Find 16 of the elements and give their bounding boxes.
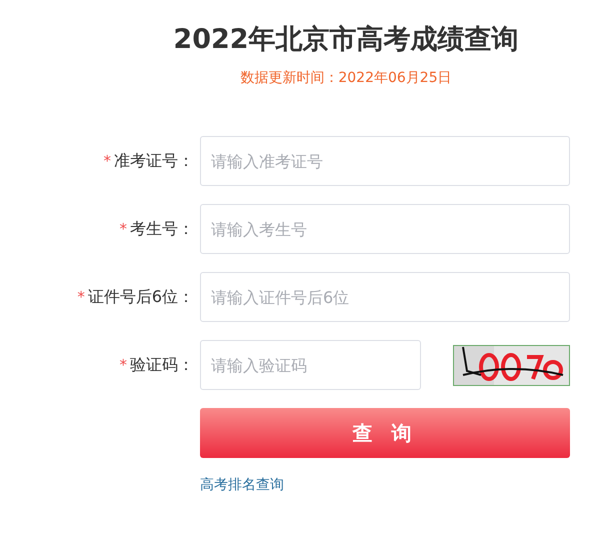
field-label: 证件号后6位： <box>88 286 194 308</box>
query-button[interactable]: 查 询 <box>200 408 570 458</box>
required-mark: * <box>120 220 127 238</box>
required-mark: * <box>120 356 127 374</box>
input-field[interactable]: 请输入考生号 <box>200 204 570 254</box>
input-field[interactable]: 请输入准考证号 <box>200 136 570 186</box>
ranking-link[interactable]: 高考排名查询 <box>200 476 570 494</box>
field-label: 验证码： <box>130 354 194 376</box>
field-label: 准考证号： <box>114 150 194 172</box>
input-field[interactable]: 请输入证件号后6位 <box>200 272 570 322</box>
captcha-field[interactable]: 请输入验证码 <box>200 340 421 390</box>
required-mark: * <box>77 288 85 306</box>
required-mark: * <box>104 152 111 170</box>
update-time: 数据更新时间：2022年06月25日 <box>240 69 452 88</box>
field-label: 考生号： <box>130 218 194 240</box>
page-title: 2022年北京市高考成绩查询 <box>173 23 519 57</box>
